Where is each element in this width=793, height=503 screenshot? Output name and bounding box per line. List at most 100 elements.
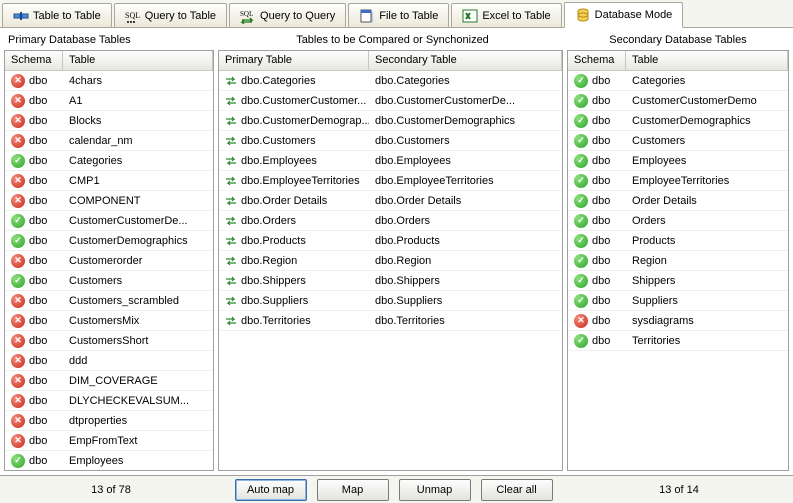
check-icon	[574, 274, 588, 288]
compare-icon	[13, 8, 29, 24]
table-row[interactable]: dboTerritories	[568, 331, 788, 351]
schema-cell: dbo	[5, 374, 63, 388]
automap-button[interactable]: Auto map	[235, 479, 307, 501]
table-cell: dtproperties	[63, 415, 213, 427]
check-icon	[11, 454, 25, 468]
table-row[interactable]: dbo.Shippersdbo.Shippers	[219, 271, 562, 291]
primary-table-cell: dbo.Products	[219, 235, 369, 247]
tab-excel-to-table[interactable]: Excel to Table	[451, 3, 561, 27]
tab-file-to-table[interactable]: File to Table	[348, 3, 449, 27]
tab-query-to-table[interactable]: SQLQuery to Table	[114, 3, 227, 27]
table-row[interactable]: dbodtproperties	[5, 411, 213, 431]
table-row[interactable]: dboCustomersShort	[5, 331, 213, 351]
table-row[interactable]: dboCategories	[568, 71, 788, 91]
table-row[interactable]: dbo.Customersdbo.Customers	[219, 131, 562, 151]
table-row[interactable]: dboOrders	[568, 211, 788, 231]
schema-cell: dbo	[568, 294, 626, 308]
clearall-button[interactable]: Clear all	[481, 479, 553, 501]
schema-text: dbo	[29, 135, 47, 147]
primary-table-cell: dbo.Employees	[219, 155, 369, 167]
table-row[interactable]: dboBlocks	[5, 111, 213, 131]
secondary-tables-body[interactable]: dboCategoriesdboCustomerCustomerDemodboC…	[568, 71, 788, 470]
table-row[interactable]: dboCustomerorder	[5, 251, 213, 271]
primary-tables-body[interactable]: dbo4charsdboA1dboBlocksdbocalendar_nmdbo…	[5, 71, 213, 470]
table-cell: Categories	[63, 155, 213, 167]
col-table[interactable]: Table	[63, 51, 213, 70]
map-arrows-icon	[225, 255, 237, 267]
table-row[interactable]: dbo.Ordersdbo.Orders	[219, 211, 562, 231]
table-row[interactable]: dbo.Regiondbo.Region	[219, 251, 562, 271]
tab-label: Query to Query	[260, 10, 335, 22]
schema-text: dbo	[29, 75, 47, 87]
table-row[interactable]: dboCustomerDemographics	[568, 111, 788, 131]
table-row[interactable]: dboCustomerDemographics	[5, 231, 213, 251]
col-table[interactable]: Table	[626, 51, 788, 70]
table-row[interactable]: dboCategories	[5, 151, 213, 171]
table-row[interactable]: dboOrder Details	[568, 191, 788, 211]
table-row[interactable]: dbo.CustomerCustomer...dbo.CustomerCusto…	[219, 91, 562, 111]
table-row[interactable]: dboEmployees	[5, 451, 213, 470]
table-row[interactable]: dboCustomersMix	[5, 311, 213, 331]
table-row[interactable]: dbo.Employeesdbo.Employees	[219, 151, 562, 171]
tab-database-mode[interactable]: Database Mode	[564, 2, 684, 28]
schema-cell: dbo	[5, 434, 63, 448]
check-icon	[11, 234, 25, 248]
col-schema[interactable]: Schema	[568, 51, 626, 70]
table-row[interactable]: dboEmployeeTerritories	[568, 171, 788, 191]
table-row[interactable]: dbocalendar_nm	[5, 131, 213, 151]
table-row[interactable]: dboCMP1	[5, 171, 213, 191]
col-schema[interactable]: Schema	[5, 51, 63, 70]
table-row[interactable]: dboSuppliers	[568, 291, 788, 311]
schema-cell: dbo	[5, 114, 63, 128]
table-cell: CustomerDemographics	[63, 235, 213, 247]
table-row[interactable]: dboddd	[5, 351, 213, 371]
schema-text: dbo	[29, 355, 47, 367]
table-row[interactable]: dbo.Territoriesdbo.Territories	[219, 311, 562, 331]
primary-table-cell: dbo.Region	[219, 255, 369, 267]
table-cell: Categories	[626, 75, 788, 87]
primary-table-text: dbo.Shippers	[241, 275, 306, 287]
table-row[interactable]: dbo.CustomerDemograp...dbo.CustomerDemog…	[219, 111, 562, 131]
table-row[interactable]: dbo.Productsdbo.Products	[219, 231, 562, 251]
primary-table-text: dbo.Categories	[241, 75, 316, 87]
check-icon	[11, 214, 25, 228]
svg-text:SQL: SQL	[125, 11, 140, 20]
table-row[interactable]: dboCustomers_scrambled	[5, 291, 213, 311]
table-row[interactable]: dboCustomerCustomerDe...	[5, 211, 213, 231]
table-row[interactable]: dboCOMPONENT	[5, 191, 213, 211]
tab-table-to-table[interactable]: Table to Table	[2, 3, 112, 27]
table-row[interactable]: dboDLYCHECKEVALSUM...	[5, 391, 213, 411]
table-row[interactable]: dboEmpFromText	[5, 431, 213, 451]
primary-table-cell: dbo.Suppliers	[219, 295, 369, 307]
table-row[interactable]: dboRegion	[568, 251, 788, 271]
table-row[interactable]: dbosysdiagrams	[568, 311, 788, 331]
table-row[interactable]: dbo.Suppliersdbo.Suppliers	[219, 291, 562, 311]
error-icon	[574, 314, 588, 328]
schema-text: dbo	[29, 175, 47, 187]
table-row[interactable]: dbo.Order Detailsdbo.Order Details	[219, 191, 562, 211]
table-row[interactable]: dbo.EmployeeTerritoriesdbo.EmployeeTerri…	[219, 171, 562, 191]
table-cell: CustomersShort	[63, 335, 213, 347]
table-row[interactable]: dboEmployees	[568, 151, 788, 171]
schema-cell: dbo	[5, 94, 63, 108]
table-row[interactable]: dboCustomers	[5, 271, 213, 291]
map-button[interactable]: Map	[317, 479, 389, 501]
tab-query-to-query[interactable]: SQLQuery to Query	[229, 3, 346, 27]
table-row[interactable]: dbo4chars	[5, 71, 213, 91]
table-row[interactable]: dboCustomerCustomerDemo	[568, 91, 788, 111]
table-row[interactable]: dboA1	[5, 91, 213, 111]
table-row[interactable]: dboShippers	[568, 271, 788, 291]
col-secondary-table[interactable]: Secondary Table	[369, 51, 562, 70]
table-row[interactable]: dboDIM_COVERAGE	[5, 371, 213, 391]
unmap-button[interactable]: Unmap	[399, 479, 471, 501]
table-cell: Employees	[626, 155, 788, 167]
check-icon	[574, 234, 588, 248]
table-cell: Customerorder	[63, 255, 213, 267]
col-primary-table[interactable]: Primary Table	[219, 51, 369, 70]
sql-icon: SQL	[125, 8, 141, 24]
table-row[interactable]: dboProducts	[568, 231, 788, 251]
compared-tables-body[interactable]: dbo.Categoriesdbo.Categoriesdbo.Customer…	[219, 71, 562, 470]
table-row[interactable]: dbo.Categoriesdbo.Categories	[219, 71, 562, 91]
table-cell: Orders	[626, 215, 788, 227]
table-row[interactable]: dboCustomers	[568, 131, 788, 151]
